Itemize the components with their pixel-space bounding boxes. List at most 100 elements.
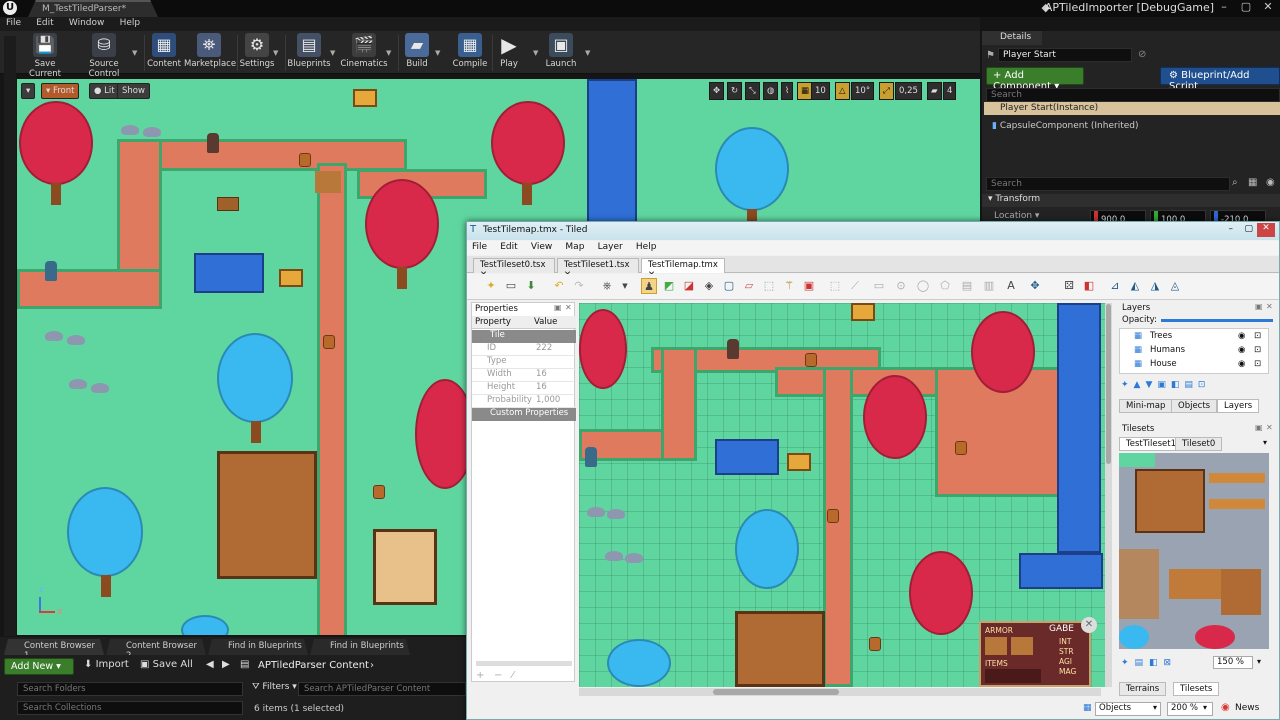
redo-icon[interactable]: ↷ — [571, 278, 587, 294]
launch-button[interactable]: ▣ Launch — [543, 33, 579, 73]
tab-mini-map[interactable]: Mini-map — [1119, 399, 1173, 413]
eraser-icon[interactable]: ▱ — [741, 278, 757, 294]
stamp-brush-icon[interactable]: ♟ — [641, 278, 657, 294]
back-arrow-icon[interactable]: ◀ — [206, 659, 214, 670]
tab-find-in-blueprints-1[interactable]: Find in Blueprints — [208, 639, 308, 655]
cinematics-button[interactable]: 🎬 Cinematics — [340, 33, 388, 73]
view-mode-front-button[interactable]: ▾ Front — [41, 83, 80, 99]
rotation-snap-value[interactable]: 10° — [851, 82, 875, 100]
tab-find-in-blueprints-2[interactable]: Find in Blueprints — [310, 639, 410, 655]
rotate-right-icon[interactable]: ◬ — [1167, 278, 1183, 294]
grid-snap-value[interactable]: 10 — [811, 82, 830, 100]
play-button[interactable]: ▶ Play — [494, 33, 524, 73]
add-property-icon[interactable]: + — [476, 670, 484, 681]
component-row-selected[interactable]: Player Start(Instance) — [984, 102, 1280, 115]
scale-snap-value[interactable]: 0,25 — [895, 82, 922, 100]
select-objects-icon[interactable]: ⬚ — [827, 278, 843, 294]
search-folders-input[interactable]: Search Folders — [17, 682, 243, 696]
world-local-icon[interactable]: ◍ — [763, 82, 779, 100]
tilemap-canvas[interactable]: ARMOR GABE ITEMS INT STR AGI MAG ✕ — [579, 303, 1107, 687]
terrain-brush-icon[interactable]: ◩ — [661, 278, 677, 294]
minimize-icon[interactable]: – — [1214, 0, 1234, 16]
world-tool-icon[interactable]: ✥ — [1027, 278, 1043, 294]
wang-brush-icon[interactable]: ◪ — [681, 278, 697, 294]
filters-button[interactable]: ⛛ Filters ▾ — [252, 682, 297, 692]
menu-edit[interactable]: Edit — [30, 17, 59, 29]
layer-row-house[interactable]: ▦ House ◉ ⊡ — [1120, 359, 1270, 372]
menu-map[interactable]: Map — [560, 241, 589, 253]
tab-layers[interactable]: Layers — [1217, 399, 1260, 413]
menu-help[interactable]: Help — [631, 241, 662, 253]
undo-icon[interactable]: ↶ — [551, 278, 567, 294]
current-layer-select[interactable]: Objects — [1095, 702, 1161, 716]
blueprints-button[interactable]: ▤ Blueprints — [287, 33, 331, 73]
search-collections-input[interactable]: Search Collections — [17, 701, 243, 715]
add-new-button[interactable]: Add New ▾ — [4, 658, 74, 675]
show-button[interactable]: Show — [117, 83, 150, 99]
chevron-down-icon[interactable]: ▼ — [132, 49, 137, 57]
character-sprite[interactable] — [45, 261, 57, 281]
prop-row[interactable]: Probability 1,000 — [472, 395, 576, 408]
scale-tool-icon[interactable]: ⤡ — [745, 82, 760, 100]
import-button[interactable]: ⬇ Import — [84, 659, 129, 670]
prop-row[interactable]: ID 222 — [472, 343, 576, 356]
chevron-down-icon[interactable]: ▾ — [1263, 438, 1267, 447]
menu-file[interactable]: File — [0, 17, 27, 29]
insert-ellipse-icon[interactable]: ◯ — [915, 278, 931, 294]
tab-testtileset0[interactable]: TestTileset0.tsx ✕ — [473, 258, 555, 280]
chevron-down-icon[interactable]: ▼ — [386, 49, 391, 57]
insert-tile-icon[interactable]: ▤ — [959, 278, 975, 294]
random-mode-icon[interactable]: ⚄ — [1061, 278, 1077, 294]
insert-template-icon[interactable]: ▥ — [981, 278, 997, 294]
close-icon[interactable]: ✕ — [1257, 223, 1275, 237]
search-content-input[interactable]: Search APTiledParser Content — [298, 682, 466, 696]
shape-fill-icon[interactable]: ▢ — [721, 278, 737, 294]
camera-speed-value[interactable]: 4 — [943, 82, 957, 100]
viewport-options-icon[interactable]: ▾ — [21, 83, 35, 99]
select-same-tile-icon[interactable]: ▣ — [801, 278, 817, 294]
menu-edit[interactable]: Edit — [495, 241, 522, 253]
news-link[interactable]: News — [1235, 703, 1259, 713]
search-icon[interactable]: ⌕ — [1232, 177, 1238, 188]
opacity-slider[interactable] — [1161, 319, 1273, 322]
close-panel-icon[interactable]: ✕ — [1266, 423, 1273, 432]
tileset-actions-toolbar[interactable]: ✦▤◧⊠ — [1121, 658, 1177, 668]
rotate-tool-icon[interactable]: ↻ — [727, 82, 743, 100]
actor-name-field[interactable]: Player Start — [998, 48, 1132, 62]
lock-icon[interactable]: ⊡ — [1254, 345, 1261, 355]
tab-terrains[interactable]: Terrains — [1119, 682, 1167, 696]
lock-icon[interactable]: ⊡ — [1254, 359, 1261, 369]
eye-icon[interactable]: ◉ — [1266, 177, 1275, 188]
new-file-icon[interactable]: ✦ — [483, 278, 499, 294]
stamp-icon[interactable]: ⎈ — [599, 278, 615, 294]
tab-tilesets[interactable]: Tilesets — [1173, 682, 1220, 696]
prop-row[interactable]: Height 16 — [472, 382, 576, 395]
canvas-v-scrollbar-thumb[interactable] — [1106, 304, 1111, 464]
bucket-fill-icon[interactable]: ◈ — [701, 278, 717, 294]
menu-layer[interactable]: Layer — [593, 241, 628, 253]
marketplace-button[interactable]: ⛯ Marketplace — [184, 33, 236, 73]
breadcrumb[interactable]: APTiledParser Content — [258, 660, 369, 671]
save-all-button[interactable]: ▣ Save All — [140, 659, 193, 670]
save-icon[interactable]: ⬇ — [523, 278, 539, 294]
insert-polygon-icon[interactable]: ⬠ — [937, 278, 953, 294]
source-control-button[interactable]: ⛁ Source Control — [74, 33, 134, 79]
menu-file[interactable]: File — [467, 241, 492, 253]
add-component-button[interactable]: + Add Component ▾ — [986, 67, 1084, 92]
flip-horizontal-icon[interactable]: ⊿ — [1107, 278, 1123, 294]
menu-help[interactable]: Help — [114, 17, 147, 29]
chevron-down-icon[interactable]: ▼ — [330, 49, 335, 57]
component-row[interactable]: ▮ CapsuleComponent (Inherited) — [992, 121, 1138, 131]
chevron-down-icon[interactable]: ▼ — [273, 49, 278, 57]
insert-point-icon[interactable]: ⊙ — [893, 278, 909, 294]
save-current-button[interactable]: 💾 Save Current — [20, 33, 70, 79]
chevron-down-icon[interactable]: ▼ — [533, 49, 538, 57]
menu-window[interactable]: Window — [63, 17, 111, 29]
close-icon[interactable]: ✕ — [1258, 0, 1278, 16]
float-panel-icon[interactable]: ▣ — [1255, 302, 1263, 311]
camera-speed-icon[interactable]: ▰ — [927, 82, 942, 100]
transform-section[interactable]: ▾ Transform — [982, 194, 1280, 207]
canvas-h-scrollbar[interactable] — [579, 688, 1101, 696]
layer-row-humans[interactable]: ▦ Humans ◉ ⊡ — [1120, 345, 1270, 358]
layer-row-trees[interactable]: ▦ Trees ◉ ⊡ — [1120, 331, 1270, 344]
